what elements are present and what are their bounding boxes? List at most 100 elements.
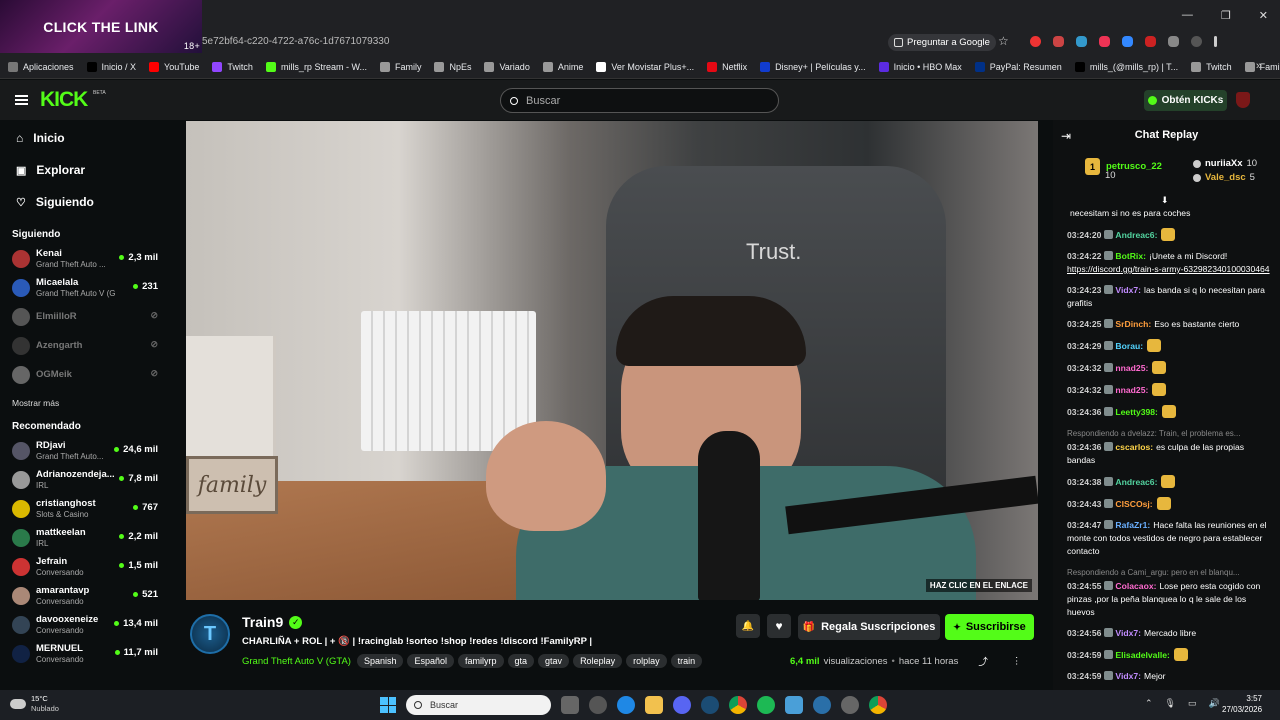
hamburger-icon[interactable] [15, 95, 28, 105]
tag-chip[interactable]: gtav [538, 654, 570, 668]
discord-icon[interactable] [673, 696, 691, 714]
notification-bell-button[interactable]: 🔔 [736, 614, 760, 638]
top-gifter[interactable]: nuriiaXx 10 [1193, 158, 1257, 169]
bookmark-item[interactable]: Inicio / X [86, 61, 136, 72]
bookmark-item[interactable]: Inicio • HBO Max [878, 61, 962, 72]
message-link[interactable]: https://discord.gg/train-s-army-63298234… [1067, 263, 1270, 276]
sidebar-channel[interactable]: Azengarth ⊘ [0, 331, 170, 360]
extension-icon[interactable] [1145, 36, 1156, 47]
chrome-icon[interactable] [729, 696, 747, 714]
tag-chip[interactable]: gta [507, 654, 535, 668]
system-tray[interactable]: ⌃ 🎙 ▭ 🔊 [1145, 698, 1220, 709]
tag-chip[interactable]: Roleplay [573, 654, 623, 668]
sidebar-channel[interactable]: Kenai Grand Theft Auto ... 2,3 mil [0, 244, 170, 273]
top-gifter[interactable]: 1 petrusco_22 10 [1085, 158, 1162, 181]
bookmark-item[interactable]: PayPal: Resumen [974, 61, 1062, 72]
spotify-icon[interactable] [757, 696, 775, 714]
close-icon[interactable]: ✕ [1259, 9, 1268, 22]
get-kicks-button[interactable]: Obtén KICKs [1144, 90, 1227, 111]
chat-username[interactable]: Vidx7: [1115, 628, 1141, 638]
weather-widget[interactable]: 15°C Nublado [10, 694, 59, 714]
tag-chip[interactable]: rolplay [626, 654, 667, 668]
nav-explore[interactable]: ▣ Explorar [0, 154, 170, 186]
chat-username[interactable]: RafaZr1: [1115, 520, 1150, 530]
tag-chip[interactable]: Español [407, 654, 455, 668]
bookmark-item[interactable]: Twitch [1191, 61, 1232, 72]
more-options-icon[interactable]: ⋮ [1012, 656, 1022, 667]
chat-username[interactable]: Andreac6: [1115, 477, 1157, 487]
bookmark-item[interactable]: mills_(@mills_rp) | T... [1074, 61, 1178, 72]
chat-username[interactable]: Leetty398: [1115, 407, 1158, 417]
extension-icon[interactable] [1122, 36, 1133, 47]
settings-icon[interactable] [841, 696, 859, 714]
logo-icon[interactable] [1236, 92, 1250, 108]
video-player[interactable]: family Trust. HAZ CLIC EN EL ENLACE [186, 121, 1038, 600]
sidebar-channel[interactable]: mattkeelan IRL 2,2 mil [0, 523, 170, 552]
sidebar-channel[interactable]: RDjavi Grand Theft Auto... 24,6 mil [0, 436, 170, 465]
chat-username[interactable]: Andreac6: [1115, 230, 1157, 240]
clock[interactable]: 3:57 27/03/2026 [1222, 693, 1262, 715]
edge-icon[interactable] [617, 696, 635, 714]
search-input[interactable]: Buscar [500, 88, 779, 113]
bookmark-item[interactable]: NpEs [434, 61, 471, 72]
bookmark-item[interactable]: Twitch [212, 61, 253, 72]
chat-username[interactable]: Borau: [1115, 341, 1143, 351]
task-view-icon[interactable] [561, 696, 579, 714]
sidebar-channel[interactable]: MERNUEL Conversando 11,7 mil [0, 639, 170, 668]
sidebar-channel[interactable]: ElmiilloR ⊘ [0, 302, 170, 331]
sidebar-channel[interactable]: Adrianozendeja... IRL 7,8 mil [0, 465, 170, 494]
channel-avatar[interactable]: T [190, 614, 230, 654]
bookmark-item[interactable]: Anime [542, 61, 583, 72]
bookmark-item[interactable]: YouTube [149, 61, 199, 72]
notepad-icon[interactable] [785, 696, 803, 714]
extension-icon[interactable] [1099, 36, 1110, 47]
channel-name[interactable]: Train9 [242, 614, 283, 630]
bookmark-item[interactable]: Family [379, 61, 421, 72]
chat-username[interactable]: Colacaox: [1115, 581, 1156, 591]
extension-icon[interactable] [1076, 36, 1087, 47]
bookmark-item[interactable]: Netflix [707, 61, 747, 72]
restore-icon[interactable]: ❐ [1221, 9, 1231, 22]
nav-home[interactable]: ⌂ Inicio [0, 122, 170, 154]
sidebar-channel[interactable]: Jefrain Conversando 1,5 mil [0, 552, 170, 581]
chat-username[interactable]: Elisadelvalle: [1115, 650, 1169, 660]
bookmark-item[interactable]: Ver Movistar Plus+... [596, 61, 694, 72]
minimize-icon[interactable]: — [1182, 9, 1193, 21]
video-overlay-text[interactable]: HAZ CLIC EN EL ENLACE [925, 579, 1032, 592]
star-icon[interactable]: ☆ [998, 34, 1009, 48]
url-field[interactable]: 5e72bf64-c220-4722-a76c-1d7671079330 [202, 36, 389, 47]
sidebar-channel[interactable]: davooxeneize Conversando 13,4 mil [0, 610, 170, 639]
extension-icon[interactable] [1053, 36, 1064, 47]
extension-icon[interactable] [1030, 36, 1041, 47]
bookmark-item[interactable]: Variado [484, 61, 530, 72]
chat-username[interactable]: cscarlos: [1115, 442, 1153, 452]
chat-username[interactable]: nnad25: [1115, 385, 1148, 395]
chat-username[interactable]: SrDinch: [1115, 319, 1151, 329]
chat-scroll-icon[interactable]: ⬇ [1161, 195, 1169, 206]
chat-username[interactable]: nnad25: [1115, 363, 1148, 373]
kick-logo[interactable]: KICK [40, 88, 88, 112]
sidebar-channel[interactable]: amarantavp Conversando 521 [0, 581, 170, 610]
category-link[interactable]: Grand Theft Auto V (GTA) [242, 656, 351, 667]
top-gifter[interactable]: Vale_dsc 5 [1193, 172, 1255, 183]
tag-chip[interactable]: Spanish [356, 654, 404, 668]
show-more-link[interactable]: Mostrar más [0, 389, 170, 416]
chevron-up-icon[interactable]: ⌃ [1145, 698, 1153, 709]
sidebar-channel[interactable]: OGMeik ⊘ [0, 360, 170, 389]
chat-username[interactable]: Vidx7: [1115, 671, 1141, 681]
bookmark-item[interactable]: Aplicaciones [8, 61, 74, 72]
profile-icon[interactable] [1191, 36, 1202, 47]
steam-icon[interactable] [813, 696, 831, 714]
chat-username[interactable]: CISCOsj: [1115, 499, 1152, 509]
sidebar-channel[interactable]: Micaelala Grand Theft Auto V (G... 231 [0, 273, 170, 302]
bookmark-item[interactable]: Disney+ | Películas y... [760, 61, 866, 72]
tag-chip[interactable]: train [670, 654, 703, 668]
share-icon[interactable]: ⤴ [978, 654, 988, 668]
chat-username[interactable]: BotRix: [1115, 251, 1146, 261]
puzzle-icon[interactable] [1168, 36, 1179, 47]
chat-username[interactable]: Vidx7: [1115, 285, 1141, 295]
chevron-right-icon[interactable]: » [1256, 60, 1262, 72]
subscribe-button[interactable]: ✦ Suscribirse [945, 614, 1034, 640]
steam-icon[interactable] [701, 696, 719, 714]
nav-following[interactable]: ♡ Siguiendo [0, 186, 170, 218]
